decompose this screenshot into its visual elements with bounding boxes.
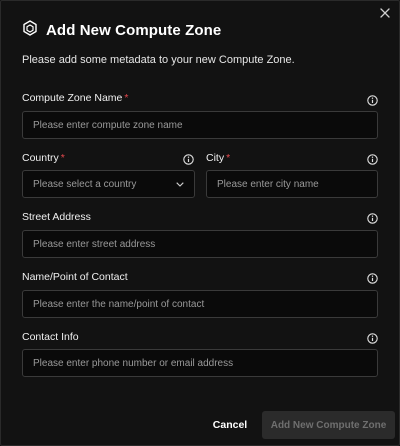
cancel-button[interactable]: Cancel <box>207 411 253 439</box>
info-icon[interactable] <box>367 271 378 284</box>
chevron-down-icon <box>176 179 184 190</box>
city-label-text: City <box>206 152 225 164</box>
required-mark: * <box>60 152 65 164</box>
country-placeholder: Please select a country <box>33 178 137 190</box>
zone-name-input[interactable]: Please enter compute zone name <box>22 111 378 139</box>
country-label: Country * <box>22 152 65 164</box>
city-placeholder: Please enter city name <box>217 178 319 190</box>
info-icon[interactable] <box>367 152 378 165</box>
contact-placeholder: Please enter the name/point of contact <box>33 298 205 310</box>
country-label-text: Country <box>22 152 59 164</box>
info-icon[interactable] <box>367 93 378 106</box>
required-mark: * <box>124 92 129 104</box>
close-icon[interactable] <box>378 6 392 20</box>
dialog-title: Add New Compute Zone <box>46 22 222 39</box>
country-select[interactable]: Please select a country <box>22 170 195 198</box>
street-input[interactable]: Please enter street address <box>22 230 378 258</box>
zone-name-label: Compute Zone Name * <box>22 92 128 104</box>
contact-label: Name/Point of Contact <box>22 271 128 283</box>
zone-name-label-text: Compute Zone Name <box>22 92 123 104</box>
required-mark: * <box>226 152 231 164</box>
street-placeholder: Please enter street address <box>33 238 156 250</box>
dialog-header: Add New Compute Zone <box>22 20 221 41</box>
contact-label-text: Name/Point of Contact <box>22 271 128 283</box>
city-label: City * <box>206 152 230 164</box>
city-input[interactable]: Please enter city name <box>206 170 378 198</box>
contact-info-input[interactable]: Please enter phone number or email addre… <box>22 349 378 377</box>
contact-info-placeholder: Please enter phone number or email addre… <box>33 357 234 369</box>
contact-input[interactable]: Please enter the name/point of contact <box>22 290 378 318</box>
zone-name-placeholder: Please enter compute zone name <box>33 119 183 131</box>
info-icon[interactable] <box>367 211 378 224</box>
add-compute-zone-dialog: Add New Compute Zone Please add some met… <box>0 0 400 446</box>
info-icon[interactable] <box>367 331 378 344</box>
contact-info-label: Contact Info <box>22 331 79 343</box>
contact-info-label-text: Contact Info <box>22 331 79 343</box>
add-compute-zone-button[interactable]: Add New Compute Zone <box>262 411 395 439</box>
street-label: Street Address <box>22 211 91 223</box>
info-icon[interactable] <box>183 152 194 165</box>
street-label-text: Street Address <box>22 211 91 223</box>
hexagon-nodes-icon <box>22 20 38 41</box>
dialog-subtitle: Please add some metadata to your new Com… <box>22 54 295 66</box>
